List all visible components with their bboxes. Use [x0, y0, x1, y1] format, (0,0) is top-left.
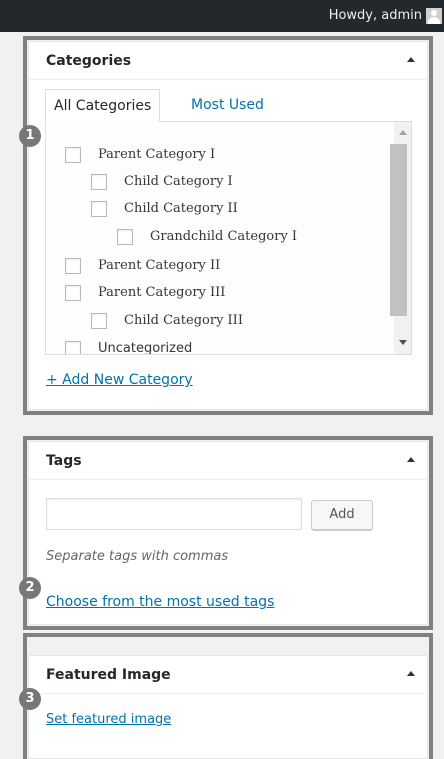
howdy-label[interactable]: Howdy, admin	[329, 0, 422, 32]
avatar[interactable]	[426, 8, 442, 24]
category-label: Child Category II	[124, 201, 238, 216]
category-checkbox[interactable]	[65, 341, 81, 354]
add-tag-button[interactable]: Add	[311, 500, 373, 530]
category-checkbox[interactable]	[91, 201, 107, 217]
callout-badge-1: 1	[19, 125, 41, 147]
category-label: Uncategorized	[98, 341, 193, 355]
callout-badge-2: 2	[19, 577, 41, 599]
category-label: Parent Category I	[98, 147, 216, 162]
tags-hint: Separate tags with commas	[46, 549, 229, 564]
scroll-down-arrow-icon[interactable]	[399, 340, 407, 345]
categories-collapse-arrow-icon[interactable]	[407, 57, 415, 62]
category-label: Parent Category III	[98, 285, 226, 300]
category-checkbox[interactable]	[91, 313, 107, 329]
category-checkbox[interactable]	[65, 147, 81, 163]
avatar-head	[431, 10, 437, 16]
category-checkbox[interactable]	[65, 285, 81, 301]
tab-most-used[interactable]: Most Used	[183, 89, 272, 122]
category-label: Parent Category II	[98, 258, 221, 273]
category-checklist[interactable]: Parent Category I Child Category I Child…	[45, 121, 412, 355]
admin-bar: Howdy, admin	[0, 0, 444, 32]
categories-title: Categories	[46, 53, 132, 69]
avatar-body	[428, 17, 440, 24]
scroll-up-arrow-icon[interactable]	[399, 130, 407, 135]
tab-all-categories-label: All Categories	[54, 98, 152, 114]
category-checkbox[interactable]	[117, 229, 133, 245]
category-checkbox[interactable]	[91, 174, 107, 190]
tags-collapse-arrow-icon[interactable]	[407, 457, 415, 462]
tags-metabox-header[interactable]: Tags	[29, 442, 427, 480]
featured-image-collapse-arrow-icon[interactable]	[407, 671, 415, 676]
category-label: Grandchild Category I	[150, 229, 298, 244]
add-new-category-link[interactable]: + Add New Category	[46, 372, 193, 388]
new-tag-input[interactable]	[46, 498, 302, 530]
categories-metabox-header[interactable]: Categories	[29, 42, 427, 80]
category-scrollbar-thumb[interactable]	[390, 144, 407, 316]
callout-badge-3: 3	[19, 688, 41, 710]
category-label: Child Category III	[124, 313, 243, 328]
set-featured-image-link[interactable]: Set featured image	[46, 712, 171, 727]
featured-image-metabox-header[interactable]: Featured Image	[29, 656, 427, 694]
featured-image-metabox: Featured Image	[28, 655, 428, 759]
tags-title: Tags	[46, 453, 82, 469]
category-label: Child Category I	[124, 174, 233, 189]
category-checkbox[interactable]	[65, 258, 81, 274]
tab-most-used-label: Most Used	[191, 97, 264, 113]
featured-image-title: Featured Image	[46, 667, 171, 683]
tab-all-categories[interactable]: All Categories	[45, 89, 161, 122]
choose-most-used-tags-link[interactable]: Choose from the most used tags	[46, 594, 274, 610]
